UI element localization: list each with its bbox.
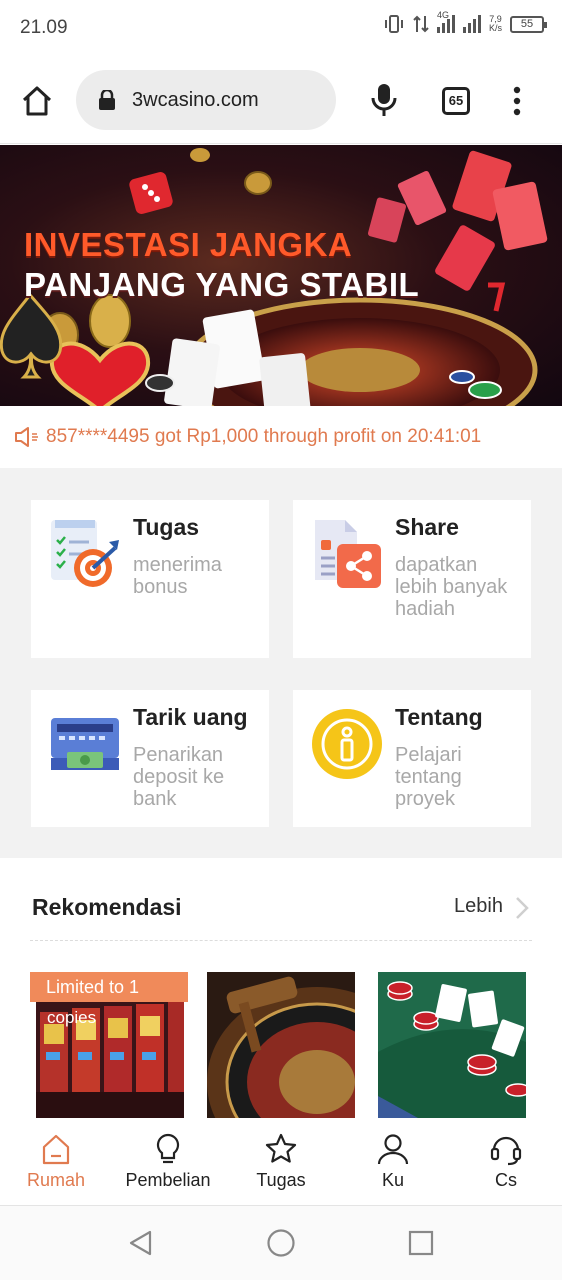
nav-label: Rumah xyxy=(26,1170,86,1190)
feature-desc: Penarikan deposit ke bank xyxy=(133,744,225,810)
blackjack-table-image xyxy=(378,972,526,1118)
roulette-image xyxy=(207,972,355,1118)
feature-desc: menerima bonus xyxy=(133,554,222,598)
limited-badge-copies: copies xyxy=(47,1008,97,1027)
feature-card-tentang[interactable]: Tentang Pelajari tentang proyek xyxy=(293,690,531,827)
feature-desc: dapatkan lebih banyak hadiah xyxy=(395,554,508,620)
more-icon[interactable] xyxy=(510,86,524,116)
home-icon[interactable] xyxy=(20,84,54,118)
signal-icon-2 xyxy=(462,15,481,33)
recommendation-section: Rekomendasi Lebih Limited to 1 copies xyxy=(0,858,562,1128)
nav-item-ku[interactable]: Ku xyxy=(337,1132,449,1191)
status-icons: 4G 7,9 K/s 55 xyxy=(383,10,547,34)
banner-headline: INVESTASI JANGKA PANJANG YANG STABIL xyxy=(24,225,419,305)
headset-icon xyxy=(490,1136,522,1166)
section-title: Rekomendasi xyxy=(32,894,182,920)
nav-label: Tugas xyxy=(256,1170,306,1190)
lock-icon xyxy=(99,90,115,110)
nav-item-pembelian[interactable]: Pembelian xyxy=(112,1132,224,1191)
feature-title: Tarik uang xyxy=(133,704,248,730)
data-transfer-icon xyxy=(413,15,429,33)
divider xyxy=(30,940,532,941)
feature-title: Tentang xyxy=(395,704,483,730)
network-type: 4G xyxy=(436,10,449,20)
task-target-icon xyxy=(51,520,119,587)
speaker-icon xyxy=(15,427,38,447)
bottom-navigation: Rumah Pembelian Tugas Ku Cs xyxy=(0,1128,562,1206)
feature-card-tarik-uang[interactable]: Tarik uang Penarikan deposit ke bank xyxy=(31,690,269,827)
feature-card-share[interactable]: Share dapatkan lebih banyak hadiah xyxy=(293,500,531,658)
back-icon[interactable] xyxy=(126,1228,156,1258)
vibrate-icon xyxy=(384,15,403,33)
system-navigation xyxy=(0,1206,562,1280)
share-document-icon xyxy=(315,520,381,588)
status-bar: 21.09 4G 7,9 K/s 55 xyxy=(0,0,562,58)
promo-banner[interactable]: INVESTASI JANGKA PANJANG YANG STABIL xyxy=(0,145,562,406)
tabs-button[interactable]: 65 xyxy=(442,87,470,115)
browser-toolbar: 3wcasino.com 65 xyxy=(0,58,562,144)
chevron-right-icon[interactable] xyxy=(514,896,530,920)
nav-item-cs[interactable]: Cs xyxy=(450,1132,562,1191)
banner-line-2: PANJANG YANG STABIL xyxy=(24,266,420,303)
user-icon xyxy=(377,1134,409,1165)
star-icon xyxy=(265,1133,297,1163)
url-text[interactable]: 3wcasino.com xyxy=(132,89,259,112)
recents-icon[interactable] xyxy=(406,1228,436,1258)
more-link[interactable]: Lebih xyxy=(454,895,503,918)
nav-label: Ku xyxy=(381,1170,405,1190)
feature-title: Tugas xyxy=(133,514,200,540)
ticker-text: 857****4495 got Rp1,000 through profit o… xyxy=(46,426,482,447)
bulb-icon xyxy=(156,1133,180,1164)
nav-item-rumah[interactable]: Rumah xyxy=(0,1132,112,1191)
recommendation-item-roulette[interactable] xyxy=(207,972,355,1118)
announcement-ticker: 857****4495 got Rp1,000 through profit o… xyxy=(0,406,562,468)
home-icon xyxy=(42,1134,70,1165)
address-bar[interactable]: 3wcasino.com xyxy=(76,70,336,130)
feature-grid: Tugas menerima bonus Share dapatkan lebi… xyxy=(0,468,562,858)
network-speed: 7,9 K/s xyxy=(488,14,502,33)
nav-item-tugas[interactable]: Tugas xyxy=(225,1132,337,1191)
nav-label: Pembelian xyxy=(125,1170,211,1190)
recommendation-item-blackjack[interactable] xyxy=(378,972,526,1118)
home-circle-icon[interactable] xyxy=(266,1228,296,1258)
battery-icon: 55 xyxy=(510,15,547,33)
feature-desc: Pelajari tentang proyek xyxy=(395,744,462,810)
info-icon xyxy=(312,709,382,779)
banner-line-1: INVESTASI JANGKA xyxy=(24,226,353,263)
feature-card-tugas[interactable]: Tugas menerima bonus xyxy=(31,500,269,658)
status-time: 21.09 xyxy=(20,17,68,38)
limited-badge: Limited to 1 xyxy=(30,972,188,1002)
feature-title: Share xyxy=(395,514,459,540)
mic-icon[interactable] xyxy=(370,83,398,117)
atm-withdraw-icon xyxy=(51,718,119,770)
nav-label: Cs xyxy=(495,1170,517,1190)
